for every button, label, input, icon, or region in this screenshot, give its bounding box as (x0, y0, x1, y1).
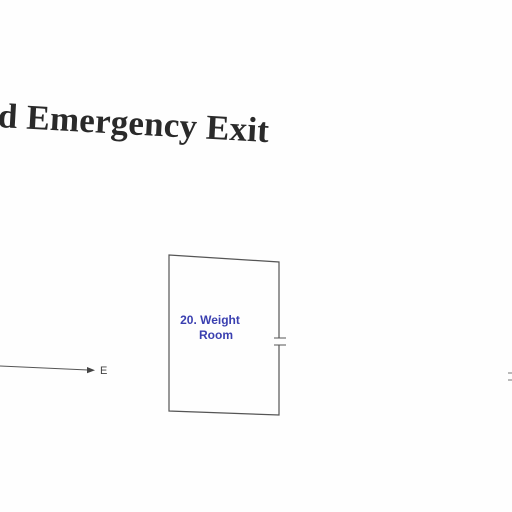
exit-marker-label: E (100, 365, 107, 377)
exit-arrowhead (87, 367, 95, 374)
door-gap (276, 338, 282, 345)
floor-plan-diagram: 20. Weight Room E (0, 254, 512, 416)
exit-route-line (0, 365, 89, 371)
room-label-line1: 20. Weight (180, 313, 240, 327)
floor-plan-page: d Emergency Exit 20. Weight Room E (0, 0, 512, 512)
room-label-line2: Room (199, 328, 233, 342)
